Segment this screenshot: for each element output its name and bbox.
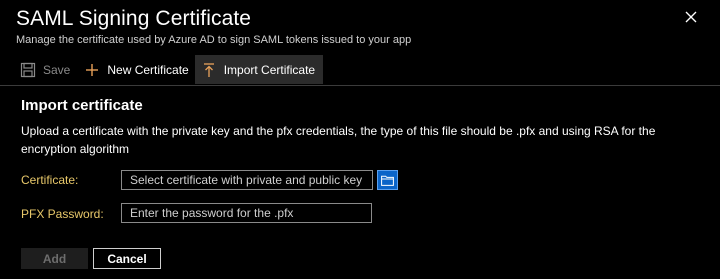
toolbar-divider xyxy=(0,85,720,86)
upload-icon xyxy=(201,62,217,78)
certificate-file-input[interactable] xyxy=(121,170,373,190)
add-button[interactable]: Add xyxy=(21,248,88,269)
certificate-label: Certificate: xyxy=(21,173,79,187)
panel-title: SAML Signing Certificate xyxy=(16,7,252,30)
panel-subtitle: Manage the certificate used by Azure AD … xyxy=(16,34,412,46)
saml-signing-certificate-panel: SAML Signing Certificate Manage the cert… xyxy=(0,0,720,279)
folder-icon xyxy=(381,175,394,186)
save-icon xyxy=(20,62,36,78)
plus-icon xyxy=(84,62,100,78)
import-certificate-label: Import Certificate xyxy=(223,62,316,77)
import-certificate-button[interactable]: Import Certificate xyxy=(194,55,324,84)
save-button-label: Save xyxy=(43,62,71,77)
section-title: Import certificate xyxy=(21,97,143,114)
save-button[interactable]: Save xyxy=(16,55,80,84)
cancel-button[interactable]: Cancel xyxy=(93,248,161,269)
browse-button[interactable] xyxy=(377,170,398,190)
pfx-password-label: PFX Password: xyxy=(21,207,104,221)
command-toolbar: Save New Certificate Import Certificate xyxy=(16,55,324,84)
new-certificate-label: New Certificate xyxy=(107,62,189,77)
new-certificate-button[interactable]: New Certificate xyxy=(80,55,194,84)
close-icon[interactable] xyxy=(684,10,698,24)
pfx-password-input[interactable] xyxy=(121,203,372,223)
import-description: Upload a certificate with the private ke… xyxy=(21,124,656,156)
